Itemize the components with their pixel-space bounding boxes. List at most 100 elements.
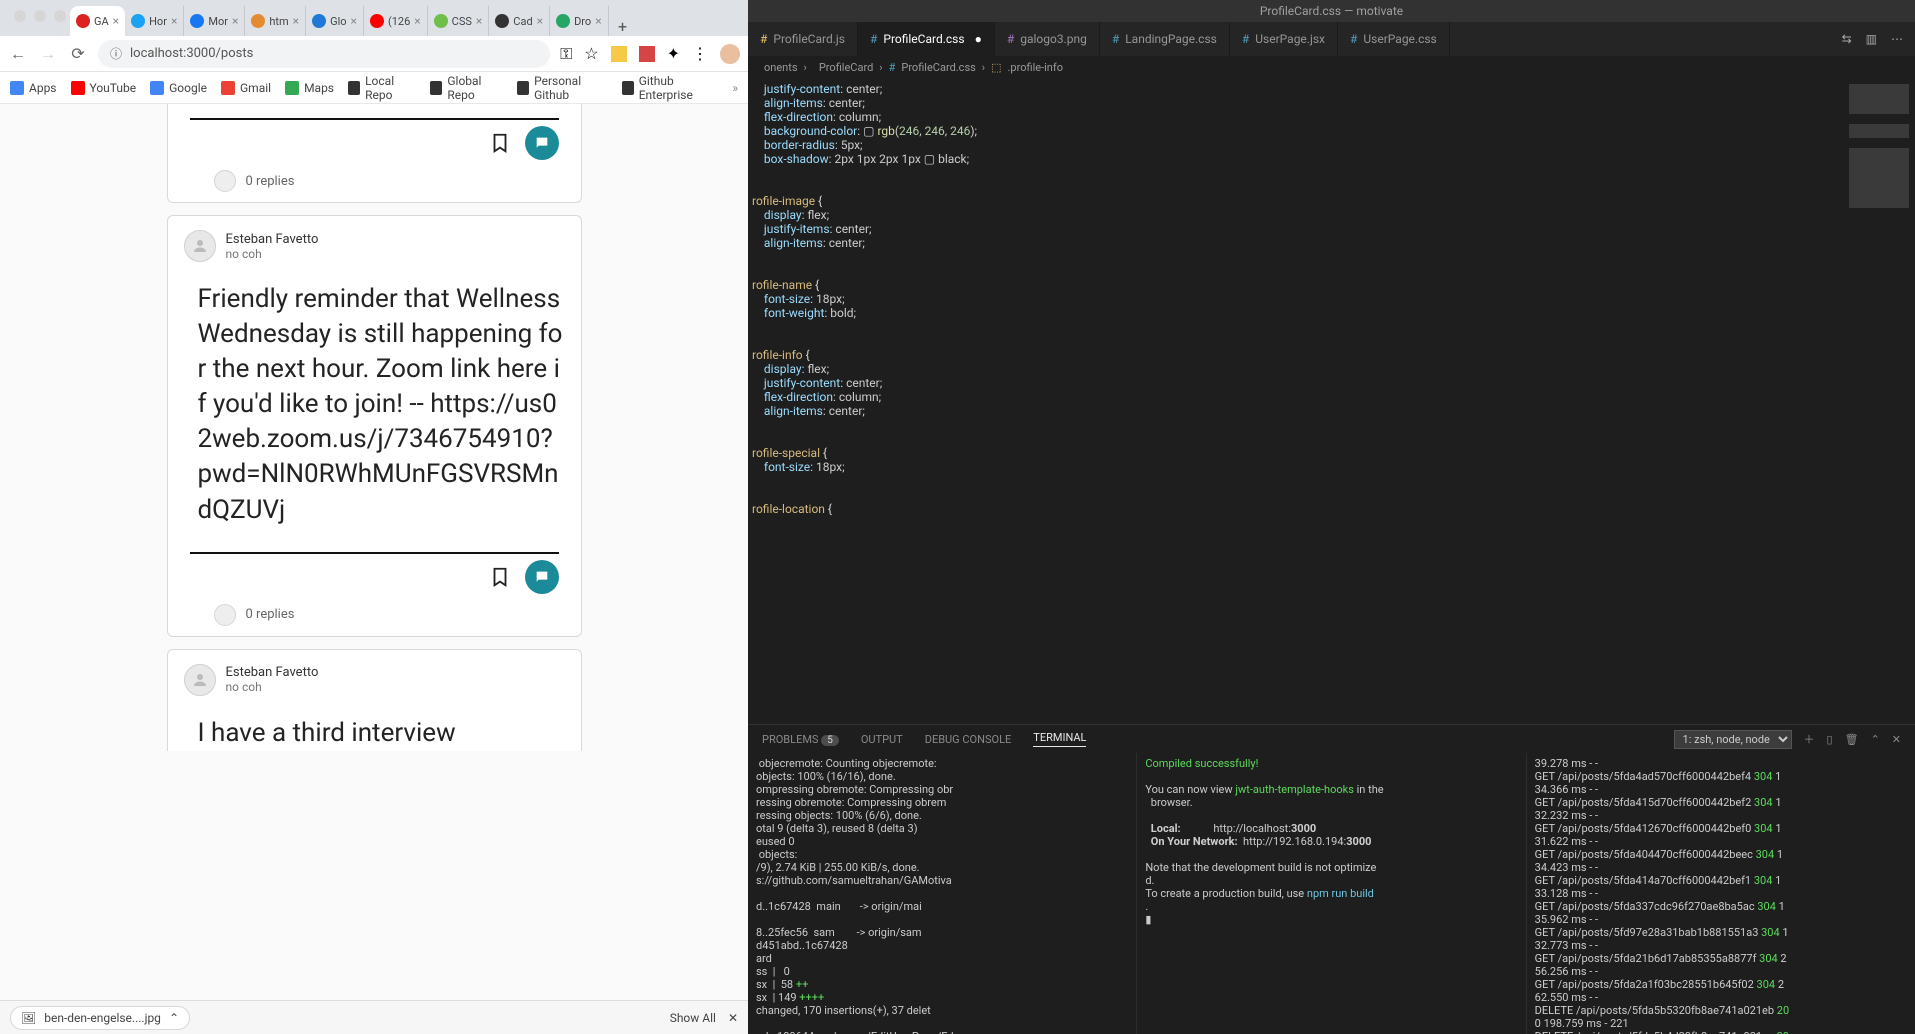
ext-icon-1[interactable] (611, 46, 627, 62)
new-terminal-icon[interactable]: ＋ (1804, 731, 1815, 747)
traffic-min[interactable] (34, 10, 46, 22)
breadcrumb-segment[interactable]: ProfileCard.css (901, 61, 975, 74)
editor-tab[interactable]: #UserPage.jsx (1230, 22, 1338, 56)
browser-tab[interactable]: GA× (70, 6, 125, 36)
terminal-3[interactable]: 39.278 ms - - GET /api/posts/5fda4ad570c… (1527, 753, 1915, 1034)
download-item[interactable]: 🖼 ben-den-engelse....jpg ⌃ (10, 1006, 190, 1030)
bookmark-item[interactable]: Maps (285, 81, 334, 95)
close-tab-icon[interactable]: × (537, 14, 543, 28)
minimap[interactable] (1825, 78, 1915, 724)
avatar[interactable] (184, 230, 216, 262)
close-tab-icon[interactable]: × (293, 14, 299, 28)
new-tab-button[interactable]: + (609, 17, 637, 36)
tab-close-icon[interactable]: ● (975, 32, 982, 46)
panel-tab-output[interactable]: OUTPUT (861, 733, 903, 746)
bookmark-label: Global Repo (447, 74, 503, 102)
compare-icon[interactable]: ⇆ (1842, 32, 1852, 46)
comment-button[interactable] (525, 560, 559, 594)
close-tab-icon[interactable]: × (351, 14, 357, 28)
terminal-1[interactable]: objecremote: Counting objecremote: objec… (748, 753, 1137, 1034)
bookmark-item[interactable]: Global Repo (430, 74, 503, 102)
browser-tab[interactable]: CSS× (428, 6, 490, 36)
panel-tabs: PROBLEMS 5 OUTPUT DEBUG CONSOLE TERMINAL… (748, 725, 1915, 753)
close-tab-icon[interactable]: × (476, 14, 482, 28)
bookmark-icon (150, 81, 164, 95)
show-all-downloads[interactable]: Show All (670, 1011, 716, 1025)
close-tab-icon[interactable]: × (113, 14, 119, 28)
file-type-icon: # (870, 32, 877, 46)
breadcrumb-segment[interactable]: ProfileCard (819, 61, 873, 74)
favicon (370, 14, 384, 28)
close-tab-icon[interactable]: × (414, 14, 420, 28)
chevron-up-icon[interactable]: ⌃ (169, 1011, 179, 1025)
more-icon[interactable]: ⋯ (1891, 32, 1903, 46)
browser-tab[interactable]: Dro× (550, 6, 609, 36)
avatar-icon[interactable] (720, 44, 740, 64)
editor-tab[interactable]: #LandingPage.css (1100, 22, 1230, 56)
editor-tab[interactable]: #galogo3.png (995, 22, 1100, 56)
breadcrumb-segment[interactable]: .profile-info (1008, 61, 1063, 74)
panel-tab-terminal[interactable]: TERMINAL (1033, 731, 1086, 747)
bookmark-label: Github Enterprise (639, 74, 719, 102)
editor-tab[interactable]: #ProfileCard.js (748, 22, 858, 56)
browser-tab[interactable]: htm× (245, 6, 306, 36)
panel-tab-problems[interactable]: PROBLEMS 5 (762, 733, 839, 746)
maximize-panel-icon[interactable]: ⌃ (1871, 733, 1880, 746)
menu-icon[interactable]: ⋮ (692, 44, 708, 63)
bookmarks-overflow[interactable]: » (732, 81, 738, 95)
browser-tab[interactable]: Glo× (306, 6, 364, 36)
bookmark-item[interactable]: Local Repo (348, 74, 416, 102)
extensions-icon[interactable]: ✦ (667, 44, 680, 63)
breadcrumb-segment[interactable]: onents (764, 61, 798, 74)
split-terminal-icon[interactable]: ▯ (1827, 733, 1833, 746)
close-tab-icon[interactable]: × (232, 14, 238, 28)
close-downloads-bar[interactable]: ✕ (728, 1011, 738, 1025)
replies-row[interactable]: 0 replies (184, 604, 565, 626)
kill-terminal-icon[interactable]: 🗑 (1845, 733, 1859, 746)
avatar[interactable] (184, 664, 216, 696)
browser-tab[interactable]: Mor× (184, 6, 245, 36)
traffic-close[interactable] (14, 10, 26, 22)
breadcrumb[interactable]: onents›ProfileCard›#ProfileCard.css›⬚.pr… (748, 56, 1915, 78)
traffic-max[interactable] (54, 10, 66, 22)
bookmark-label: YouTube (90, 81, 137, 95)
panel-tab-debug[interactable]: DEBUG CONSOLE (925, 733, 1012, 746)
bookmark-item[interactable]: Github Enterprise (622, 74, 719, 102)
browser-tab[interactable]: (126× (364, 6, 428, 36)
file-icon: # (889, 61, 896, 74)
close-panel-icon[interactable]: ✕ (1892, 733, 1901, 746)
terminal-select[interactable]: 1: zsh, node, node (1674, 730, 1792, 749)
ext-icon-2[interactable] (639, 46, 655, 62)
file-type-icon: # (1242, 32, 1249, 46)
bookmark-icon (71, 81, 85, 95)
bookmark-item[interactable]: Personal Github (517, 74, 608, 102)
close-tab-icon[interactable]: × (171, 14, 177, 28)
reload-button[interactable]: ⟳ (68, 44, 88, 64)
bookmark-item[interactable]: YouTube (71, 81, 137, 95)
bookmark-icon[interactable] (489, 564, 511, 590)
editor-tab[interactable]: #ProfileCard.css● (858, 22, 995, 56)
terminal-2[interactable]: Compiled successfully! You can now view … (1137, 753, 1526, 1034)
bookmark-icon[interactable] (489, 130, 511, 156)
bookmark-item[interactable]: Gmail (221, 81, 271, 95)
back-button[interactable]: ← (8, 44, 28, 64)
favicon (76, 14, 90, 28)
comment-button[interactable] (525, 126, 559, 160)
browser-tab[interactable]: Hor× (125, 6, 184, 36)
key-icon[interactable]: ⚿ (560, 44, 572, 64)
bookmark-item[interactable]: Google (150, 81, 207, 95)
code-editor[interactable]: justify-content: center; align-items: ce… (748, 78, 1915, 724)
site-info-icon[interactable]: ⓘ (110, 45, 122, 62)
editor-tab[interactable]: #UserPage.css (1338, 22, 1450, 56)
split-editor-icon[interactable]: ▥ (1866, 32, 1877, 46)
address-field[interactable]: ⓘ localhost:3000/posts (98, 40, 550, 68)
forward-button[interactable]: → (38, 44, 58, 64)
bookmarks-bar: Apps YouTube Google Gmail Maps Local Repo Glob… (0, 72, 748, 104)
browser-tab[interactable]: Cad× (489, 6, 550, 36)
bookmark-item[interactable]: Apps (10, 81, 57, 95)
terminals[interactable]: objecremote: Counting objecremote: objec… (748, 753, 1915, 1034)
tab-filename: LandingPage.css (1125, 32, 1217, 46)
close-tab-icon[interactable]: × (595, 14, 601, 28)
replies-row[interactable]: 0 replies (184, 170, 565, 192)
star-icon[interactable]: ☆ (584, 44, 598, 63)
